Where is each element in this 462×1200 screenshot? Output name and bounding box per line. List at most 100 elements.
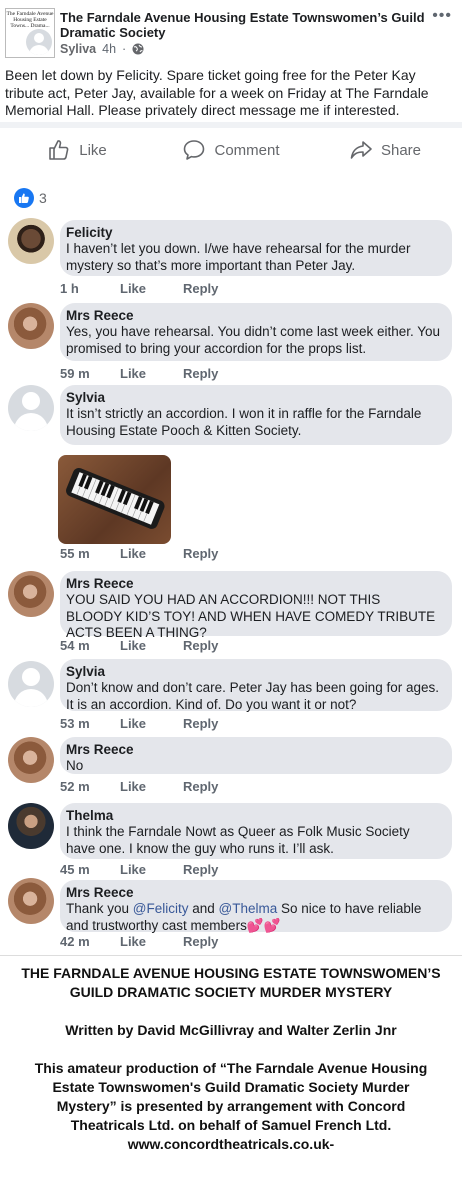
comment-meta: 55 m Like Reply [60, 546, 218, 561]
comment-like-link[interactable]: Like [120, 716, 183, 731]
avatar[interactable] [8, 661, 54, 707]
comment-meta: 54 m Like Reply [60, 638, 218, 653]
comment-text: Don’t know and don’t care. Peter Jay has… [66, 680, 439, 712]
comment-like-link[interactable]: Like [120, 638, 183, 653]
post-body: Been let down by Felicity. Spare ticket … [5, 67, 429, 118]
comment-bubble: Mrs Reece No [60, 737, 452, 774]
comment-text: I think the Farndale Nowt as Queer as Fo… [66, 824, 410, 856]
melodica-image [66, 467, 165, 529]
post-meta: Syliva 4h · [60, 42, 144, 56]
comment-bubble: Sylvia It isn’t strictly an accordion. I… [60, 385, 452, 445]
comment-text-prefix: Thank you [66, 901, 133, 916]
comment-bubble: Thelma I think the Farndale Nowt as Quee… [60, 803, 452, 859]
group-logo-text: The Farndale Avenue Housing Estate Towns… [6, 11, 54, 29]
comment-like-link[interactable]: Like [120, 779, 183, 794]
comment-author[interactable]: Sylvia [66, 664, 440, 680]
comment-time[interactable]: 45 m [60, 862, 120, 877]
comment-bubble: Sylvia Don’t know and don’t care. Peter … [60, 659, 452, 712]
reaction-count: 3 [39, 190, 47, 206]
comment-time[interactable]: 1 h [60, 281, 120, 296]
production-licence: This amateur production of “The Farndale… [34, 1060, 428, 1152]
share-icon [350, 141, 372, 159]
comment-meta: 59 m Like Reply [60, 366, 218, 381]
comment-time[interactable]: 42 m [60, 934, 120, 949]
comment-meta: 53 m Like Reply [60, 716, 218, 731]
comment-like-link[interactable]: Like [120, 934, 183, 949]
comment-like-link[interactable]: Like [120, 546, 183, 561]
production-credits: THE FARNDALE AVENUE HOUSING ESTATE TOWNS… [0, 955, 462, 1154]
avatar[interactable] [8, 303, 54, 349]
comment-text: No [66, 758, 84, 773]
comment-reply-link[interactable]: Reply [183, 862, 218, 877]
reaction-summary[interactable]: 3 [14, 188, 47, 208]
avatar[interactable] [8, 218, 54, 264]
comment-time[interactable]: 55 m [60, 546, 120, 561]
comment-time[interactable]: 52 m [60, 779, 120, 794]
mention-felicity[interactable]: @Felicity [133, 901, 189, 916]
share-label: Share [380, 141, 422, 159]
avatar[interactable] [8, 571, 54, 617]
comment-bubble: Mrs Reece Yes, you have rehearsal. You d… [60, 303, 452, 361]
comment-text: YOU SAID YOU HAD AN ACCORDION!!! NOT THI… [66, 592, 436, 640]
share-button[interactable]: Share [308, 130, 462, 170]
hearts-emoji-icon: 💕💕 [246, 917, 281, 933]
logo-avatar-icon [26, 29, 52, 55]
comment-bubble: Felicity I haven’t let you down. I/we ha… [60, 220, 452, 276]
comment-meta: 42 m Like Reply [60, 934, 218, 949]
mention-thelma[interactable]: @Thelma [219, 901, 278, 916]
group-name[interactable]: The Farndale Avenue Housing Estate Towns… [60, 10, 430, 40]
comment-reply-link[interactable]: Reply [183, 934, 218, 949]
comment-text-mid: and [188, 901, 219, 916]
comment-icon [184, 140, 205, 160]
production-title: THE FARNDALE AVENUE HOUSING ESTATE TOWNS… [21, 965, 441, 1000]
comment-like-link[interactable]: Like [120, 862, 183, 877]
post-author[interactable]: Syliva [60, 42, 96, 56]
thumbs-up-icon [49, 140, 69, 160]
comment-like-link[interactable]: Like [120, 366, 183, 381]
comment-text: Thank you @Felicity and @Thelma So nice … [66, 901, 440, 934]
melodica-photo[interactable] [58, 455, 171, 544]
meta-dot: · [122, 42, 127, 56]
comment-button[interactable]: Comment [154, 130, 308, 170]
avatar[interactable] [8, 385, 54, 431]
comment-reply-link[interactable]: Reply [183, 638, 218, 653]
comment-bubble: Mrs Reece Thank you @Felicity and @Thelm… [60, 880, 452, 934]
comment-meta: 45 m Like Reply [60, 862, 218, 877]
comment-text: It isn’t strictly an accordion. I won it… [66, 406, 422, 438]
comment-reply-link[interactable]: Reply [183, 546, 218, 561]
comment-author[interactable]: Mrs Reece [66, 742, 440, 758]
avatar[interactable] [8, 803, 54, 849]
comment-author[interactable]: Mrs Reece [66, 308, 440, 324]
action-bar: Like Comment Share [0, 130, 462, 170]
comment-author[interactable]: Felicity [66, 225, 440, 241]
post-header: The Farndale Avenue Housing Estate Towns… [0, 0, 462, 62]
comment-label: Comment [214, 141, 280, 159]
comment-meta: 1 h Like Reply [60, 281, 218, 296]
like-label: Like [79, 141, 107, 159]
avatar[interactable] [8, 737, 54, 783]
comment-bubble: Mrs Reece YOU SAID YOU HAD AN ACCORDION!… [60, 571, 452, 640]
comment-reply-link[interactable]: Reply [183, 366, 218, 381]
comment-author[interactable]: Mrs Reece [66, 576, 440, 592]
comment-time[interactable]: 59 m [60, 366, 120, 381]
group-logo[interactable]: The Farndale Avenue Housing Estate Towns… [5, 8, 55, 58]
comment-author[interactable]: Thelma [66, 808, 440, 824]
comment-like-link[interactable]: Like [120, 281, 183, 296]
more-options-icon[interactable]: ••• [432, 8, 452, 24]
post-divider [0, 122, 462, 128]
comment-author[interactable]: Mrs Reece [66, 885, 440, 901]
production-authors: Written by David McGillivray and Walter … [65, 1022, 397, 1038]
comment-reply-link[interactable]: Reply [183, 779, 218, 794]
comment-time[interactable]: 53 m [60, 716, 120, 731]
like-reaction-icon [14, 188, 34, 208]
globe-icon [132, 43, 144, 55]
comment-author[interactable]: Sylvia [66, 390, 440, 406]
like-button[interactable]: Like [0, 130, 154, 170]
comment-time[interactable]: 54 m [60, 638, 120, 653]
post-time[interactable]: 4h [102, 42, 116, 56]
comment-reply-link[interactable]: Reply [183, 281, 218, 296]
comment-text: Yes, you have rehearsal. You didn’t come… [66, 324, 441, 356]
comment-reply-link[interactable]: Reply [183, 716, 218, 731]
avatar[interactable] [8, 878, 54, 924]
comment-text: I haven’t let you down. I/we have rehear… [66, 241, 411, 273]
